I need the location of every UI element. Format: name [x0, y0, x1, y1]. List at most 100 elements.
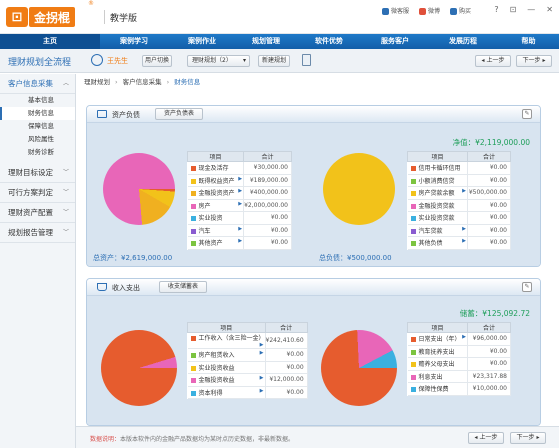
- row-label: 现金及活存: [187, 161, 245, 175]
- chevron-up-icon: ︿: [62, 80, 69, 87]
- wechat-service-link[interactable]: 微客服: [382, 6, 409, 15]
- row-value: ¥0.00: [265, 361, 308, 374]
- sidebar-item-financial-info[interactable]: 财务信息: [0, 107, 75, 120]
- table-row[interactable]: 房产租赁收入 ▶ ¥0.00: [187, 348, 308, 362]
- balance-panel: 资产负债 资产负债表 ✎ 净值：¥2,119,000.00 总资产：¥2,619…: [86, 105, 541, 267]
- income-panel-title: 收入支出: [112, 284, 140, 292]
- expand-arrow-icon[interactable]: ▶: [462, 226, 466, 232]
- sidebar-item-basic-info[interactable]: 基本信息: [0, 94, 75, 107]
- expand-arrow-icon[interactable]: ▶: [260, 350, 264, 356]
- help-icon[interactable]: ?: [494, 5, 498, 14]
- balance-sheet-button[interactable]: 资产负债表: [155, 108, 203, 120]
- income-savings-button[interactable]: 收支储蓄表: [159, 281, 207, 293]
- legend-swatch-icon: [410, 228, 416, 234]
- logo-mark-icon: ⊡: [6, 7, 28, 27]
- top-links: 微客服 微博 购买: [382, 6, 471, 15]
- nav-history[interactable]: 发展历程: [428, 34, 498, 49]
- table-row[interactable]: 房产贷款余额 ▶ ¥500,000.00: [407, 186, 511, 200]
- footer-next-button[interactable]: 下一步 ▸: [510, 432, 546, 444]
- expand-arrow-icon[interactable]: ▶: [238, 176, 242, 182]
- edit-icon[interactable]: ✎: [522, 109, 532, 119]
- table-row[interactable]: 其他资产 ▶ ¥0.00: [187, 236, 292, 250]
- table-row: 实业投资贷款 ¥0.00: [407, 211, 511, 225]
- sidebar-group-label: 理财资产配置: [8, 208, 53, 217]
- expand-arrow-icon[interactable]: ▶: [238, 188, 242, 194]
- expand-arrow-icon[interactable]: ▶: [238, 226, 242, 232]
- row-label: 金融投资资产 ▶: [187, 186, 245, 200]
- nav-service-clients[interactable]: 服务客户: [362, 34, 428, 49]
- nav-plan-management[interactable]: 规划管理: [236, 34, 296, 49]
- expand-arrow-icon[interactable]: ▶: [260, 388, 264, 394]
- legend-swatch-icon: [410, 374, 416, 380]
- expand-arrow-icon[interactable]: ▶: [238, 238, 242, 244]
- expand-arrow-icon[interactable]: ▶: [238, 201, 242, 207]
- sidebar-item-insurance-info[interactable]: 保障信息: [0, 120, 75, 133]
- sidebar-group-goals[interactable]: 理财目标设定 ﹀: [0, 163, 75, 183]
- buy-link[interactable]: 购买: [450, 6, 471, 15]
- prev-step-button[interactable]: ◂ 上一步: [475, 55, 511, 67]
- row-label-text: 实业投资贷款: [418, 215, 455, 223]
- sidebar-group-allocation[interactable]: 理财资产配置 ﹀: [0, 203, 75, 223]
- table-row[interactable]: 资本利得 ▶ ¥0.00: [187, 386, 308, 399]
- row-value: ¥0.00: [265, 348, 308, 362]
- row-label-text: 金融投资收益: [198, 377, 235, 385]
- nav-case-homework[interactable]: 案例作业: [168, 34, 236, 49]
- savings-label: 储蓄：¥125,092.72: [459, 309, 530, 318]
- row-label-text: 金融投资资产: [198, 190, 235, 198]
- row-label: 资本利得 ▶: [187, 386, 266, 399]
- main-nav: 主页 案例学习 案例作业 规划管理 软件优势 服务客户 发展历程 帮助: [0, 34, 559, 49]
- table-row[interactable]: 金融投资资产 ▶ ¥400,000.00: [187, 186, 292, 200]
- minimize-icon[interactable]: —: [527, 5, 535, 14]
- table-header: 项目: [407, 151, 468, 162]
- legend-swatch-icon: [410, 216, 416, 222]
- table-row[interactable]: 既得权益资产 ▶ ¥189,000.00: [187, 174, 292, 187]
- document-icon[interactable]: [302, 54, 311, 66]
- footer: 数据说明：本版本软件内的金融产品数据均为某时点历史数据，非最新数据。 ◂ 上一步…: [76, 426, 559, 448]
- wechat-service-label: 微客服: [391, 8, 410, 15]
- edit-icon[interactable]: ✎: [522, 282, 532, 292]
- footer-prev-button[interactable]: ◂ 上一步: [468, 432, 504, 444]
- restore-icon[interactable]: ⊡: [510, 5, 517, 14]
- table-header: 项目: [187, 322, 266, 333]
- breadcrumb-item[interactable]: 客户信息采集: [123, 76, 162, 88]
- total-liabilities-label: 总负债：¥500,000.00: [319, 254, 392, 262]
- sidebar: 客户信息采集 ︿ 基本信息 财务信息 保障信息 风险属性 财务诊断 理财目标设定 ﹀…: [0, 74, 76, 448]
- sidebar-group-report[interactable]: 规划报告管理 ﹀: [0, 223, 75, 243]
- expand-arrow-icon[interactable]: ▶: [462, 188, 466, 194]
- breadcrumb-item[interactable]: 理财规划: [84, 76, 110, 88]
- sidebar-item-financial-diagnosis[interactable]: 财务诊断: [0, 146, 75, 159]
- table-row[interactable]: 金融投资收益 ▶ ¥12,000.00: [187, 373, 308, 387]
- row-label: 教育抚养支出: [407, 345, 468, 358]
- row-label: 实业投资: [187, 211, 245, 225]
- table-row[interactable]: 日常支出（年） ▶ ¥96,000.00: [407, 332, 511, 346]
- next-step-button[interactable]: 下一步 ▸: [516, 55, 552, 67]
- sidebar-group-feasibility[interactable]: 可行方案判定 ﹀: [0, 183, 75, 203]
- nav-advantages[interactable]: 软件优势: [296, 34, 362, 49]
- row-label-text: 小额消费信贷: [418, 177, 455, 185]
- row-label: 实业投资贷款: [407, 211, 468, 225]
- table-row[interactable]: 房产 ▶ ¥2,000,000.00: [187, 199, 292, 212]
- row-label: 保障性保费: [407, 382, 468, 396]
- new-plan-button[interactable]: 新建规划: [258, 55, 290, 67]
- weibo-label: 微博: [428, 8, 441, 15]
- nav-help[interactable]: 帮助: [498, 34, 559, 49]
- expand-arrow-icon[interactable]: ▶: [260, 375, 264, 381]
- expand-arrow-icon[interactable]: ▶: [260, 342, 264, 348]
- weibo-link[interactable]: 微博: [419, 6, 440, 15]
- switch-user-button[interactable]: 用户切换: [142, 55, 172, 67]
- sidebar-item-risk-profile[interactable]: 风险属性: [0, 133, 75, 146]
- table-row[interactable]: 工作收入（含三险一金） ▶ ¥242,410.60: [187, 332, 308, 349]
- table-row[interactable]: 汽车 ▶ ¥0.00: [187, 224, 292, 237]
- data-note-text: 本版本软件内的金融产品数据均为某时点历史数据，非最新数据。: [120, 436, 295, 443]
- row-label-text: 其他负债: [418, 240, 443, 248]
- close-icon[interactable]: ✕: [546, 5, 553, 14]
- table-row[interactable]: 汽车贷款 ▶ ¥0.00: [407, 224, 511, 237]
- table-header-row: 项目 合计: [186, 151, 292, 162]
- sidebar-group-client-info[interactable]: 客户信息采集 ︿: [0, 74, 75, 94]
- expand-arrow-icon[interactable]: ▶: [462, 238, 466, 244]
- plan-select[interactable]: 理财规划（2） ▾: [187, 55, 250, 67]
- nav-case-study[interactable]: 案例学习: [100, 34, 168, 49]
- nav-home[interactable]: 主页: [0, 34, 100, 49]
- expand-arrow-icon[interactable]: ▶: [462, 334, 466, 340]
- table-row[interactable]: 其他负债 ▶ ¥0.00: [407, 236, 511, 250]
